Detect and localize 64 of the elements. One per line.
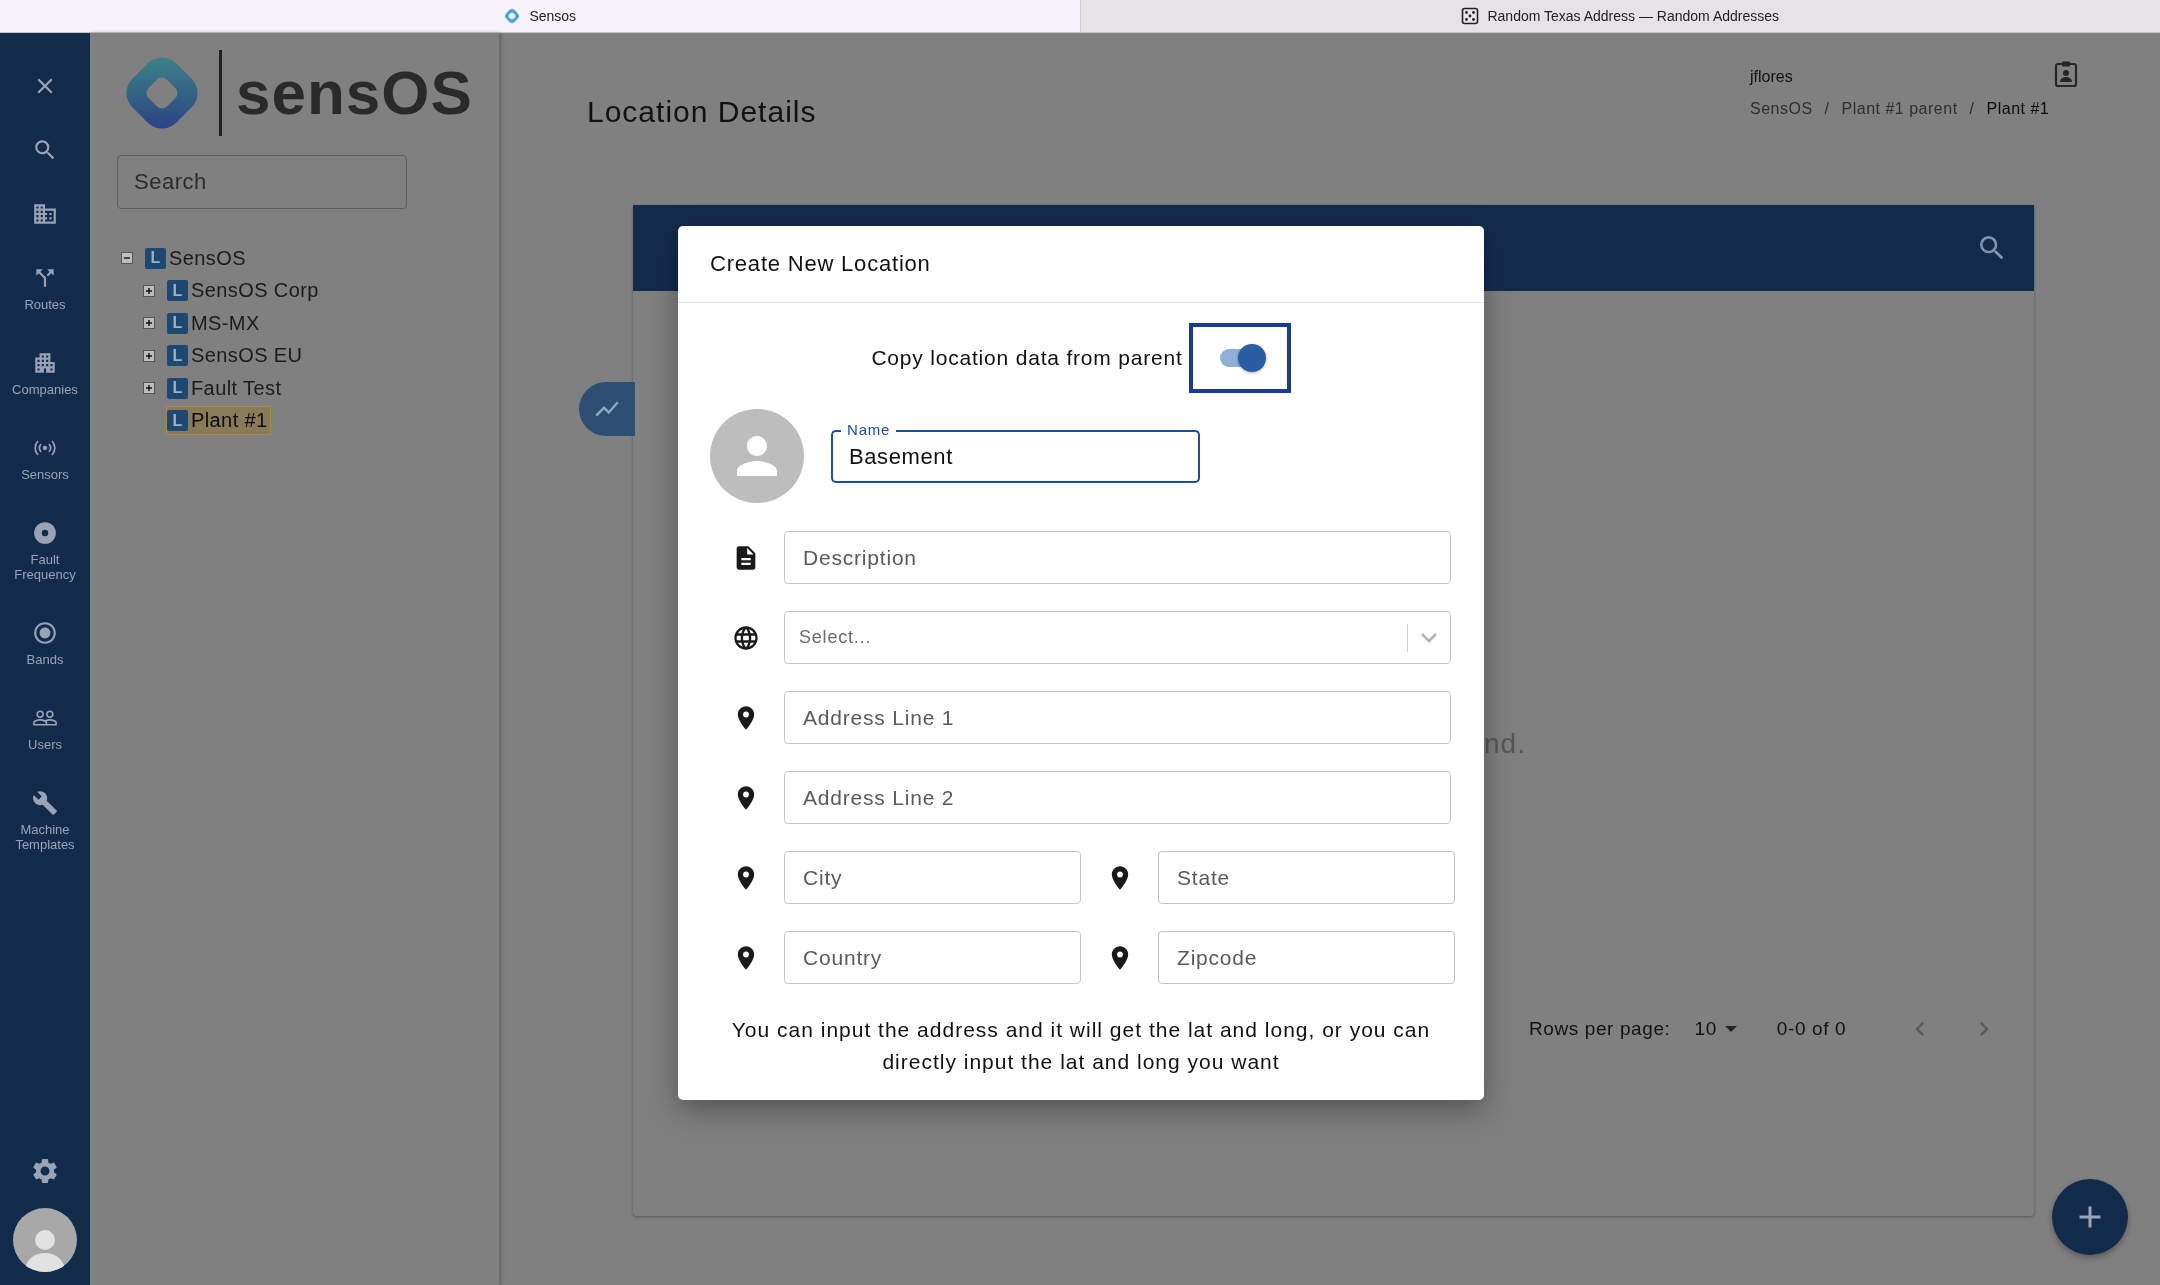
page-title: Location Details [587,95,817,130]
help-text: You can input the address and it will get the lat and long, or you can directly input the lat and long you want [730,1017,1432,1075]
tree-item[interactable]: L SensOS EU [166,341,306,371]
text-field[interactable]: State [1158,851,1455,904]
breadcrumb-link[interactable]: Plant #1 parent [1841,100,1958,118]
text-field[interactable]: Description [784,531,1451,584]
text-field[interactable]: Address Line 2 [784,771,1451,824]
tree-item[interactable]: L SensOS Corp [166,276,322,306]
building-icon[interactable] [32,201,58,227]
text-field[interactable]: Country [784,931,1081,984]
buildings-icon[interactable] [32,350,58,376]
collapse-icon[interactable] [121,252,133,265]
caret-icon [1724,1026,1737,1032]
tree-item[interactable]: L Fault Test [166,373,285,403]
expand-icon[interactable] [143,284,155,297]
dice-icon [1461,7,1480,25]
nav-label[interactable]: Fault Frequency [3,552,87,582]
location-badge: L [167,377,188,399]
location-badge: L [167,312,188,334]
text-field[interactable]: City [784,851,1081,904]
browser-tab[interactable]: Sensos [0,0,1080,32]
breadcrumb-current: Plant #1 [1986,100,2050,118]
page-range: 0-0 of 0 [1776,1018,1847,1040]
breadcrumb-link[interactable]: SensOS [1750,100,1813,118]
breadcrumb-separator: / [1969,100,1975,118]
add-button[interactable] [2052,1179,2128,1255]
text-field[interactable]: Address Line 1 [784,691,1451,744]
expand-icon[interactable] [143,349,155,362]
select-field[interactable]: Select... [784,611,1451,664]
location-badge: L [167,280,188,302]
logo-wordmark: sensOS [236,62,473,124]
breadcrumb-separator: / [1824,100,1830,118]
location-badge: L [167,410,188,432]
globe-icon [732,623,760,652]
rows-select[interactable]: 10 [1694,1018,1737,1040]
clipboard-icon [2052,60,2080,88]
toggle-label: Copy location data from parent [871,346,1183,370]
nav-label[interactable]: Companies [3,382,87,397]
search-field[interactable]: Search [117,155,407,209]
nav-label[interactable]: Routes [3,297,87,312]
field-label: Name [846,420,892,439]
tree-item[interactable]: L SensOS [144,243,249,273]
tree-item[interactable]: L Plant #1 [166,406,271,436]
location-badge: L [167,345,188,367]
settings-icon[interactable] [30,1156,60,1186]
name-field[interactable]: Basement [831,438,1200,483]
expand-icon[interactable] [143,382,155,395]
toggle-switch[interactable] [1188,323,1291,393]
chart-tab-button[interactable] [579,382,635,436]
wrench-icon[interactable] [32,790,58,816]
nav-label[interactable]: Bands [3,652,87,667]
user-name: jflores [1750,68,1793,86]
nav-label[interactable]: Machine Templates [3,822,87,852]
target-icon[interactable] [32,620,58,646]
nav-label[interactable]: Users [3,737,87,752]
nav-label[interactable]: Sensors [3,467,87,482]
rows-per-page-label: Rows per page: [1529,1018,1671,1040]
browser-tab[interactable]: Random Texas Address — Random Addresses [1079,0,2160,32]
location-badge: L [145,247,166,269]
expand-icon[interactable] [143,317,155,330]
dialog-title: Create New Location [678,226,1484,303]
text-field[interactable]: Zipcode [1158,931,1455,984]
tree-item[interactable]: L MS-MX [166,308,263,338]
chevron-icon [1421,632,1437,643]
